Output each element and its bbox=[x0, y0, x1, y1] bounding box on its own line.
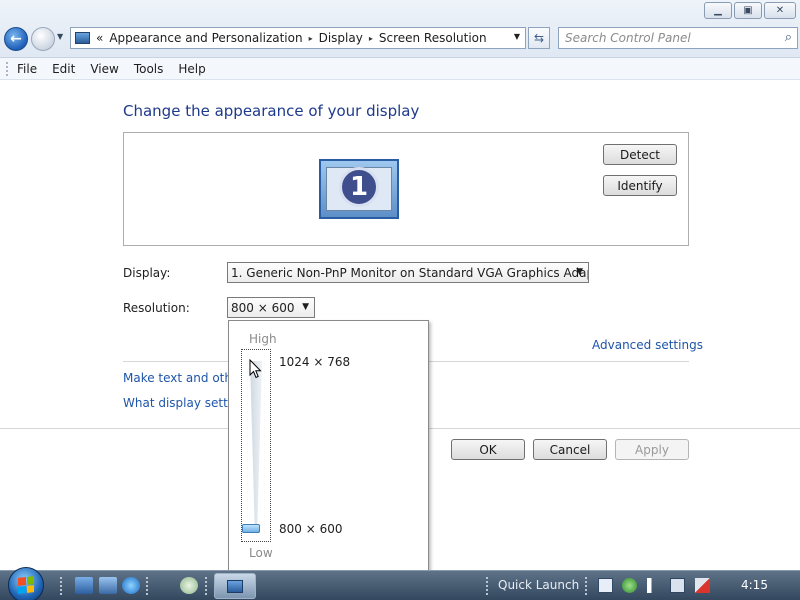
resolution-slider-popup: High 1024 × 768 800 × 600 Low bbox=[228, 320, 429, 572]
back-button[interactable]: ← bbox=[4, 27, 28, 51]
clock[interactable]: 4:15 bbox=[741, 578, 768, 592]
page-title: Change the appearance of your display bbox=[123, 102, 420, 120]
menu-help[interactable]: Help bbox=[178, 62, 205, 76]
control-panel-icon bbox=[75, 32, 90, 44]
address-bar[interactable]: « Appearance and Personalization ▸ Displ… bbox=[70, 27, 526, 49]
maximize-button[interactable]: ▣ bbox=[734, 2, 762, 19]
identify-button[interactable]: Identify bbox=[603, 175, 677, 196]
security-shield-icon[interactable] bbox=[622, 578, 637, 593]
refresh-icon: ⇆ bbox=[533, 31, 545, 45]
internet-explorer-icon[interactable] bbox=[122, 577, 140, 594]
back-arrow-icon: ← bbox=[10, 31, 22, 47]
minimize-button[interactable]: ▁ bbox=[704, 2, 732, 19]
resolution-option-max[interactable]: 1024 × 768 bbox=[279, 355, 350, 369]
cancel-button[interactable]: Cancel bbox=[533, 439, 607, 460]
menu-view[interactable]: View bbox=[90, 62, 118, 76]
breadcrumb-separator-icon[interactable]: ▸ bbox=[369, 34, 373, 43]
resolution-select-value: 800 × 600 bbox=[231, 301, 295, 315]
display-preview-panel: 1 Detect Identify bbox=[123, 132, 689, 246]
slider-high-label: High bbox=[249, 332, 277, 346]
apply-button[interactable]: Apply bbox=[615, 439, 689, 460]
taskbar-grip bbox=[60, 577, 64, 595]
network-icon[interactable] bbox=[670, 578, 685, 593]
slider-low-label: Low bbox=[249, 546, 273, 560]
menu-file[interactable]: File bbox=[17, 62, 37, 76]
taskbar-grip bbox=[205, 577, 209, 595]
menu-grip bbox=[6, 61, 9, 76]
mouse-pointer-icon bbox=[249, 359, 262, 379]
menu-bar: File Edit View Tools Help bbox=[0, 58, 800, 80]
quick-launch-label[interactable]: Quick Launch bbox=[498, 578, 579, 592]
breadcrumb-display[interactable]: Display bbox=[319, 31, 363, 45]
advanced-settings-link[interactable]: Advanced settings bbox=[592, 338, 703, 352]
ok-button[interactable]: OK bbox=[451, 439, 525, 460]
control-panel-icon bbox=[227, 579, 243, 593]
resolution-option-min[interactable]: 800 × 600 bbox=[279, 522, 343, 536]
caption-buttons: ▁ ▣ ✕ bbox=[704, 2, 796, 19]
volume-muted-icon[interactable] bbox=[695, 578, 710, 593]
text-size-link[interactable]: Make text and other bbox=[123, 371, 244, 385]
breadcrumb-appearance[interactable]: Appearance and Personalization bbox=[109, 31, 302, 45]
display-select-value: 1. Generic Non-PnP Monitor on Standard V… bbox=[231, 266, 589, 280]
taskbar-grip bbox=[146, 577, 150, 595]
display-select[interactable]: 1. Generic Non-PnP Monitor on Standard V… bbox=[227, 262, 589, 283]
search-icon[interactable]: ⌕ bbox=[785, 30, 792, 45]
window-switcher-icon[interactable] bbox=[99, 577, 117, 594]
window-titlebar: ▁ ▣ ✕ ← ▼ « Appearance and Personalizati… bbox=[0, 0, 800, 58]
show-desktop-icon[interactable] bbox=[75, 577, 93, 594]
search-input[interactable]: Search Control Panel ⌕ bbox=[558, 27, 798, 49]
address-dropdown-icon[interactable]: ▼ bbox=[514, 32, 520, 41]
start-button[interactable] bbox=[8, 567, 44, 600]
breadcrumb-screen-resolution[interactable]: Screen Resolution bbox=[379, 31, 487, 45]
action-center-flag-icon[interactable] bbox=[647, 578, 662, 593]
tray-document-icon[interactable] bbox=[598, 578, 613, 593]
resolution-select[interactable]: 800 × 600 ▼ bbox=[227, 297, 315, 318]
breadcrumb-separator-icon[interactable]: ▸ bbox=[309, 34, 313, 43]
taskbar-grip bbox=[585, 577, 589, 595]
taskbar-control-panel-window[interactable] bbox=[214, 573, 256, 599]
media-app-icon[interactable] bbox=[180, 577, 198, 594]
taskbar: Quick Launch 4:15 bbox=[0, 567, 800, 600]
menu-tools[interactable]: Tools bbox=[134, 62, 164, 76]
display-label: Display: bbox=[123, 266, 171, 280]
recent-pages-dropdown-icon[interactable]: ▼ bbox=[57, 32, 63, 41]
resolution-slider-thumb[interactable] bbox=[242, 524, 260, 533]
monitor-1-icon[interactable]: 1 bbox=[319, 159, 399, 219]
detect-button[interactable]: Detect bbox=[603, 144, 677, 165]
resolution-label: Resolution: bbox=[123, 301, 190, 315]
chevron-down-icon: ▼ bbox=[302, 302, 309, 312]
chevron-down-icon: ▼ bbox=[576, 267, 583, 277]
forward-button[interactable] bbox=[31, 27, 55, 51]
menu-edit[interactable]: Edit bbox=[52, 62, 75, 76]
search-placeholder: Search Control Panel bbox=[565, 31, 691, 45]
refresh-button[interactable]: ⇆ bbox=[528, 27, 550, 49]
close-button[interactable]: ✕ bbox=[764, 2, 796, 19]
monitor-number: 1 bbox=[339, 167, 379, 207]
taskbar-grip bbox=[486, 577, 490, 595]
windows-logo-icon bbox=[18, 576, 34, 594]
address-prefix[interactable]: « bbox=[96, 31, 103, 45]
